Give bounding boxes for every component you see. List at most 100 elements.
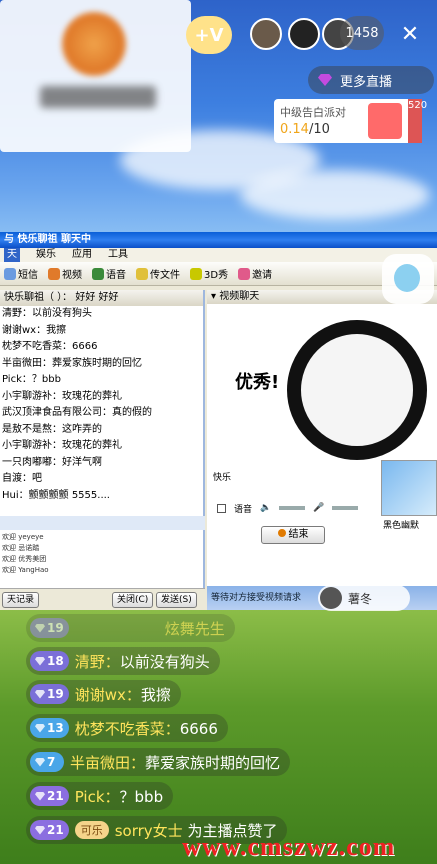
more-live-button[interactable]: 更多直播 (308, 66, 434, 94)
site-watermark: www.cmszwz.com (182, 832, 396, 861)
menu-item[interactable]: 天 (4, 248, 20, 262)
comment-user: 炫舞先生 (164, 619, 225, 638)
chat-header: 快乐聊祖（ ）： 好好 好好 (0, 290, 203, 306)
comment-user: 清野： (74, 652, 120, 671)
comment-user: Pick： (74, 787, 120, 806)
level-badge: 21 (30, 820, 69, 840)
microphone-icon[interactable]: 🎤 (313, 503, 324, 513)
event-side-text: 520 (408, 99, 427, 143)
invite-button[interactable]: 邀请 (238, 266, 272, 281)
follow-button[interactable]: +V (186, 16, 232, 54)
level-badge: 18 (30, 651, 69, 671)
level-value: 21 (47, 789, 64, 803)
event-card[interactable]: 中级告白派对 0.14/10 520 (274, 99, 427, 143)
chat-line: 半亩微田：葬爱家族时期的回忆 (2, 357, 142, 369)
level-value: 21 (47, 823, 64, 837)
join-line: 欢迎 忌诺踏 (2, 544, 40, 552)
gift-icon (368, 103, 402, 139)
video-label: 快乐 (213, 473, 232, 483)
host-mini-card[interactable]: 薯冬 (318, 585, 410, 611)
menu-item[interactable]: 应用 (72, 248, 92, 262)
chat-line: Pick：？bbb (2, 374, 61, 385)
more-live-label: 更多直播 (340, 74, 393, 90)
comment-user: 谢谢wx： (74, 685, 141, 704)
live-comment[interactable]: 13 枕梦不吃香菜：6666 (26, 714, 228, 742)
join-line: 欢迎 yeyeye (2, 533, 44, 541)
live-comment[interactable]: 21 Pick：？bbb (26, 782, 174, 810)
level-value: 7 (47, 755, 56, 769)
level-value: 19 (47, 621, 64, 635)
voice-button[interactable]: 语音 (92, 266, 126, 281)
panda-face-image (287, 320, 427, 460)
host-card[interactable] (0, 0, 191, 152)
comment-text: 我擦 (140, 685, 171, 704)
send-button[interactable]: 发送(S) (156, 592, 197, 608)
close-icon[interactable]: ✕ (396, 20, 424, 48)
robot-assistant-icon[interactable] (382, 254, 434, 304)
voice-checkbox[interactable] (217, 503, 226, 513)
comment-user: 半亩微田： (70, 753, 146, 772)
chat-line: 一只肉嘟嘟：好洋气啊 (2, 456, 102, 468)
input-toolbar[interactable] (0, 516, 205, 530)
meme-caption: 优秀! (235, 372, 280, 393)
live-comment[interactable]: 19 谢谢wx：我擦 (26, 680, 181, 708)
history-button[interactable]: 天记录 (2, 592, 40, 608)
host-avatar (62, 12, 126, 76)
window-title: 与 快乐聊祖 聊天中 (0, 232, 437, 248)
chat-window: 与 快乐聊祖 聊天中 天 娱乐 应用 工具 短信 视频 语音 传文件 3D秀 邀… (0, 232, 437, 610)
level-badge: 13 (30, 718, 69, 738)
invite-icon (238, 267, 251, 280)
chat-line: 枕梦不吃香菜：6666 (2, 341, 98, 352)
comment-text: 葬爱家族时期的回忆 (145, 753, 281, 772)
menu-item[interactable]: 工具 (108, 248, 128, 262)
chat-line: 小宇聊游补：玫瑰花的葬礼 (2, 440, 122, 451)
join-line: 欢迎 优秀美团 (2, 555, 47, 563)
level-badge: 19 (30, 618, 69, 638)
sms-button[interactable]: 短信 (4, 266, 38, 281)
live-comment[interactable]: 18 清野：以前没有狗头 (26, 647, 220, 675)
level-badge: 19 (30, 684, 69, 704)
viewer-count[interactable]: 1458 (340, 16, 384, 50)
viewer-count-value: 1458 (345, 25, 379, 41)
menubar: 天 娱乐 应用 工具 (0, 248, 437, 262)
comment-user: 枕梦不吃香菜： (74, 719, 180, 738)
menu-item[interactable]: 娱乐 (36, 248, 56, 262)
live-comment[interactable]: 19 炫舞先生 (26, 614, 235, 642)
host-mini-avatar (320, 587, 342, 609)
sms-icon (4, 267, 16, 280)
speaker-icon[interactable]: 🔈 (260, 503, 271, 513)
gem-icon (35, 791, 45, 801)
tool-label: 邀请 (252, 270, 273, 281)
event-progress-total: /10 (308, 122, 330, 137)
3d-show-button[interactable]: 3D秀 (190, 266, 228, 281)
follow-label: +V (194, 24, 224, 46)
self-video-thumb[interactable] (381, 460, 437, 516)
mic-volume-slider[interactable] (332, 506, 359, 510)
event-progress-current: 0.14 (280, 122, 309, 137)
video-header-label: 视频聊天 (219, 291, 260, 302)
chat-line: 自渡：吧 (2, 473, 42, 484)
3d-icon (190, 267, 202, 280)
host-mini-name: 薯冬 (348, 591, 373, 606)
end-call-button[interactable]: 结束 (261, 526, 325, 544)
send-file-button[interactable]: 传文件 (136, 266, 180, 281)
gem-icon (35, 825, 45, 835)
chat-line: 清野：以前没有狗头 (2, 308, 92, 319)
host-name-blurred (40, 86, 156, 108)
close-chat-button[interactable]: 关闭(C) (112, 592, 154, 608)
live-comment[interactable]: 7 半亩微田：葬爱家族时期的回忆 (26, 748, 291, 776)
viewer-avatar[interactable] (288, 18, 320, 50)
chat-input-area[interactable]: 欢迎 yeyeye 欢迎 忌诺踏 欢迎 优秀美团 欢迎 YangHao (0, 532, 205, 576)
tool-label: 视频 (62, 270, 82, 281)
comment-user: sorry女士 (114, 821, 183, 840)
tool-label: 3D秀 (204, 270, 229, 281)
viewer-avatar[interactable] (250, 18, 282, 50)
video-pane: ▾ 视频聊天 优秀! 快乐 黑色幽默 语音 🔈 🎤 结束 等待对方接受视频请求 (207, 290, 437, 610)
join-line: 欢迎 YangHao (2, 566, 49, 574)
level-value: 18 (47, 654, 64, 668)
chat-messages[interactable]: 清野：以前没有狗头 谢谢wx：我擦 枕梦不吃香菜：6666 半亩微田：葬爱家族时… (0, 306, 203, 504)
comment-text: 6666 (179, 719, 218, 738)
speaker-volume-slider[interactable] (279, 506, 306, 510)
event-progress: 0.14/10 (280, 122, 330, 137)
video-button[interactable]: 视频 (48, 266, 82, 281)
